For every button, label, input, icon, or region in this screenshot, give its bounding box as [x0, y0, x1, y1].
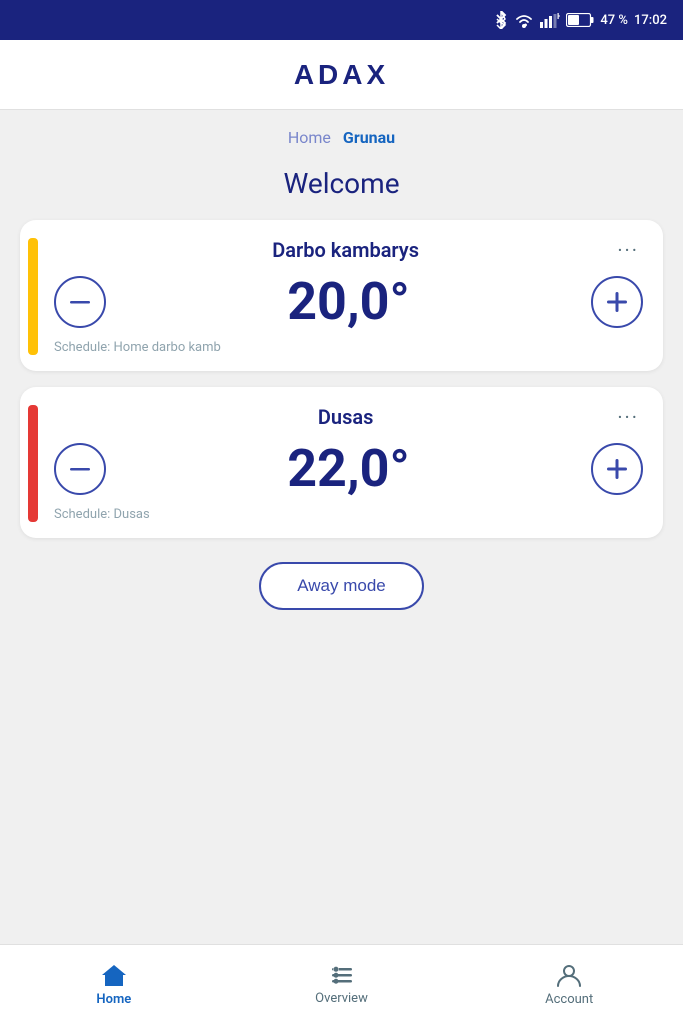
- nav-item-account[interactable]: Account: [455, 945, 683, 1024]
- room-name-2: Dusas: [78, 405, 613, 429]
- temp-display-1: 20,0°: [287, 276, 410, 328]
- account-icon: [556, 962, 582, 988]
- card-body-2: Dusas ··· 22,0° Schedule: Dusas: [54, 405, 643, 522]
- status-bar: H 47 % 17:02: [0, 0, 683, 40]
- battery-percent: 47 %: [600, 13, 628, 28]
- increase-button-2[interactable]: [591, 443, 643, 495]
- breadcrumb-grunau[interactable]: Grunau: [343, 128, 395, 147]
- room-name-1: Darbo kambarys: [78, 238, 613, 262]
- main-content: Home Grunau Welcome Darbo kambarys ··· 2…: [0, 110, 683, 944]
- overview-icon: [328, 963, 356, 987]
- app-logo: ADAX: [294, 59, 389, 91]
- bottom-nav: Home Overview Account: [0, 944, 683, 1024]
- clock: 17:02: [634, 13, 667, 28]
- nav-item-overview[interactable]: Overview: [228, 945, 456, 1024]
- nav-label-overview: Overview: [315, 991, 368, 1006]
- battery-icon: [566, 13, 594, 27]
- nav-item-home[interactable]: Home: [0, 945, 228, 1024]
- app-header: ADAX: [0, 40, 683, 110]
- card-body-1: Darbo kambarys ··· 20,0° Schedule: Home …: [54, 238, 643, 355]
- breadcrumb: Home Grunau: [20, 110, 663, 157]
- temp-display-2: 22,0°: [287, 443, 410, 495]
- away-mode-container: Away mode: [20, 562, 663, 610]
- bluetooth-icon: [494, 11, 508, 29]
- decrease-button-1[interactable]: [54, 276, 106, 328]
- room-card-1: Darbo kambarys ··· 20,0° Schedule: Home …: [20, 220, 663, 371]
- temp-row-2: 22,0°: [54, 443, 643, 495]
- signal-icon: H: [540, 12, 560, 28]
- wifi-icon: [514, 13, 534, 28]
- card-indicator-1: [28, 238, 38, 355]
- home-icon: [100, 962, 128, 988]
- room-card-2: Dusas ··· 22,0° Schedule: Dusas: [20, 387, 663, 538]
- card-header-1: Darbo kambarys ···: [54, 238, 643, 262]
- card-indicator-2: [28, 405, 38, 522]
- schedule-text-2: Schedule: Dusas: [54, 507, 643, 522]
- more-button-2[interactable]: ···: [613, 405, 643, 429]
- more-button-1[interactable]: ···: [613, 238, 643, 262]
- decrease-button-2[interactable]: [54, 443, 106, 495]
- welcome-title: Welcome: [20, 167, 663, 200]
- card-header-2: Dusas ···: [54, 405, 643, 429]
- increase-button-1[interactable]: [591, 276, 643, 328]
- schedule-text-1: Schedule: Home darbo kamb: [54, 340, 643, 355]
- status-icons: H 47 % 17:02: [494, 11, 667, 29]
- nav-label-home: Home: [96, 992, 131, 1007]
- away-mode-button[interactable]: Away mode: [259, 562, 424, 610]
- temp-row-1: 20,0°: [54, 276, 643, 328]
- svg-text:H: H: [557, 12, 560, 21]
- breadcrumb-home[interactable]: Home: [288, 128, 331, 147]
- nav-label-account: Account: [545, 992, 593, 1007]
